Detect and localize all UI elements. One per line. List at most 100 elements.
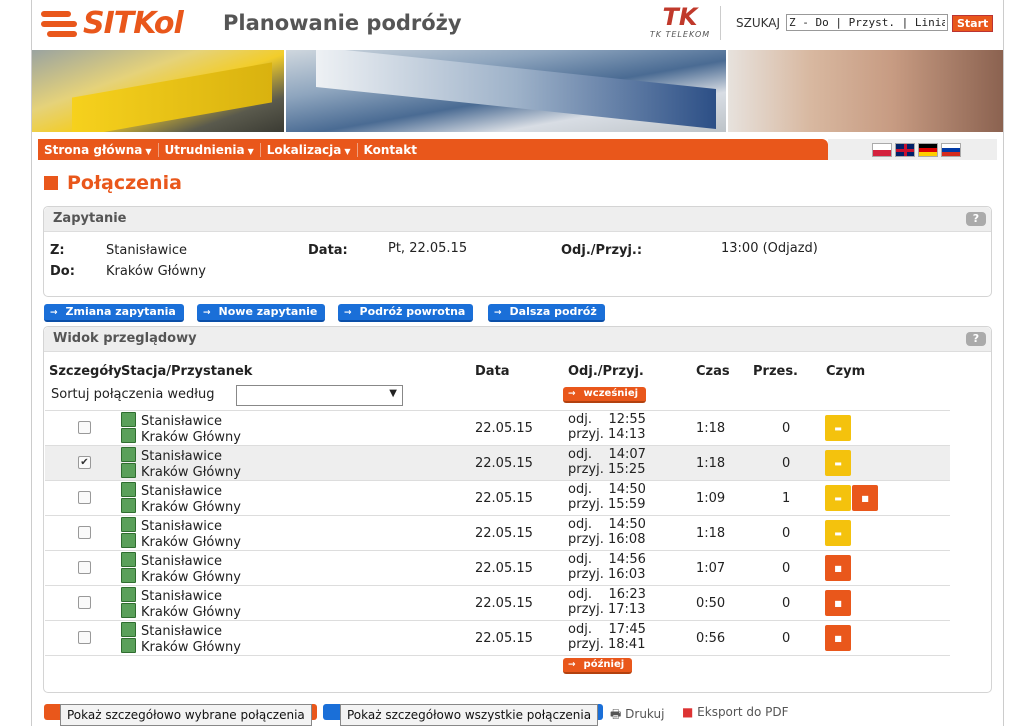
- arrow-right-icon: →: [50, 308, 58, 318]
- sort-label: Sortuj połączenia według: [51, 387, 215, 402]
- row-checkbox[interactable]: ✔: [78, 456, 91, 469]
- faces-image: [728, 50, 1003, 132]
- row-changes: 1: [782, 491, 791, 506]
- flag-de-icon[interactable]: [918, 143, 938, 157]
- earlier-button[interactable]: → wcześniej: [563, 387, 647, 403]
- row-duration: 1:18: [696, 526, 726, 541]
- row-times: odj. 14:50 przyj. 16:08: [568, 517, 646, 547]
- logo[interactable]: SITKol: [41, 6, 184, 41]
- help-icon[interactable]: ?: [966, 212, 986, 226]
- row-changes: 0: [782, 596, 791, 611]
- show-selected-button[interactable]: Pokaż szczegółowo wybrane połączenia: [60, 704, 312, 726]
- row-changes: 0: [782, 526, 791, 541]
- col-changes: Przes.: [753, 364, 798, 379]
- new-query-button[interactable]: → Nowe zapytanie: [197, 304, 326, 322]
- bus-icon: ▬: [825, 485, 851, 511]
- row-checkbox[interactable]: [78, 491, 91, 504]
- to-station[interactable]: Kraków Główny: [121, 498, 241, 515]
- row-times: odj. 16:23 przyj. 17:13: [568, 587, 646, 617]
- banner-image: [32, 50, 1003, 132]
- to-station[interactable]: Kraków Główny: [121, 568, 241, 585]
- to-station[interactable]: Kraków Główny: [121, 428, 241, 445]
- tk-icon: TK: [662, 3, 698, 31]
- row-date: 22.05.15: [475, 421, 533, 436]
- time-value: 13:00 (Odjazd): [721, 241, 818, 256]
- dropdown-arrow-icon: ▼: [389, 388, 397, 399]
- partner-logo[interactable]: TK TK TELEKOM: [642, 4, 718, 48]
- return-trip-button[interactable]: → Podróż powrotna: [338, 304, 474, 322]
- printer-icon: 🖶: [610, 707, 626, 721]
- show-all-button[interactable]: Pokaż szczegółowo wszystkie połączenia: [340, 704, 599, 726]
- station-icon: [121, 447, 136, 462]
- table-row[interactable]: Stanisławice Kraków Główny 22.05.15 odj. 12…: [45, 410, 950, 446]
- pdf-export-link[interactable]: ■ Eksport do PDF: [682, 705, 789, 719]
- flag-ru-icon[interactable]: [941, 143, 961, 157]
- from-station[interactable]: Stanisławice: [121, 552, 222, 569]
- table-row[interactable]: ✔ Stanisławice Kraków Główny 22.05.15 odj. 1…: [45, 445, 950, 481]
- title-square-icon: [44, 176, 58, 190]
- table-bottom-border: [45, 655, 950, 656]
- further-trip-button[interactable]: → Dalsza podróż: [488, 304, 605, 322]
- table-row[interactable]: Stanisławice Kraków Główny 22.05.15 odj. 14…: [45, 480, 950, 516]
- row-vehicles: ▬ ■: [825, 485, 878, 511]
- to-label: Do:: [50, 264, 75, 279]
- row-date: 22.05.15: [475, 526, 533, 541]
- arrow-right-icon: →: [203, 308, 211, 318]
- col-vehicle: Czym: [826, 364, 866, 379]
- nav-item-location[interactable]: Lokalizacja ▼: [261, 142, 358, 157]
- time-label: Odj./Przyj.:: [561, 243, 643, 258]
- nav-item-contact[interactable]: Kontakt: [358, 143, 423, 157]
- arrow-right-icon: →: [494, 308, 502, 318]
- table-row[interactable]: Stanisławice Kraków Główny 22.05.15 odj. 14…: [45, 515, 950, 551]
- flag-pl-icon[interactable]: [872, 143, 892, 157]
- chevron-down-icon: ▼: [145, 146, 152, 156]
- overview-heading: Widok przeglądowy: [53, 331, 197, 346]
- from-station[interactable]: Stanisławice: [121, 622, 222, 639]
- from-value: Stanisławice: [106, 243, 187, 258]
- divider: [720, 6, 721, 40]
- to-station[interactable]: Kraków Główny: [121, 533, 241, 550]
- app-title: Planowanie podróży: [223, 11, 462, 35]
- station-icon: [121, 533, 136, 548]
- language-flags: [872, 143, 961, 157]
- row-vehicles: ▬: [825, 415, 851, 441]
- from-station[interactable]: Stanisławice: [121, 412, 222, 429]
- station-icon: [121, 603, 136, 618]
- start-button[interactable]: Start: [952, 15, 994, 32]
- change-query-button[interactable]: → Zmiana zapytania: [44, 304, 184, 322]
- from-station[interactable]: Stanisławice: [121, 517, 222, 534]
- sort-select[interactable]: ▼: [236, 385, 403, 406]
- query-panel: Zapytanie? Z: Stanisławice Do: Kraków Gł…: [43, 206, 992, 297]
- to-station[interactable]: Kraków Główny: [121, 603, 241, 620]
- row-times: odj. 17:45 przyj. 18:41: [568, 622, 646, 652]
- flag-en-icon[interactable]: [895, 143, 915, 157]
- col-details: Szczegóły: [49, 364, 122, 379]
- later-button[interactable]: → później: [563, 658, 633, 674]
- row-checkbox[interactable]: [78, 561, 91, 574]
- from-station[interactable]: Stanisławice: [121, 447, 222, 464]
- from-station[interactable]: Stanisławice: [121, 587, 222, 604]
- row-checkbox[interactable]: [78, 596, 91, 609]
- query-heading: Zapytanie: [53, 211, 127, 226]
- row-checkbox[interactable]: [78, 421, 91, 434]
- col-time: Odj./Przyj.: [568, 364, 644, 379]
- table-row[interactable]: Stanisławice Kraków Główny 22.05.15 odj. 14…: [45, 550, 950, 586]
- station-icon: [121, 587, 136, 602]
- to-station[interactable]: Kraków Główny: [121, 463, 241, 480]
- help-icon[interactable]: ?: [966, 332, 986, 346]
- from-station[interactable]: Stanisławice: [121, 482, 222, 499]
- row-checkbox[interactable]: [78, 631, 91, 644]
- row-duration: 1:09: [696, 491, 726, 506]
- table-row[interactable]: Stanisławice Kraków Główny 22.05.15 odj. 16…: [45, 585, 950, 621]
- print-link[interactable]: 🖶 Drukuj: [610, 705, 664, 726]
- table-row[interactable]: Stanisławice Kraków Główny 22.05.15 odj. 17…: [45, 620, 950, 656]
- nav-item-home[interactable]: Strona główna ▼: [38, 142, 159, 157]
- search-input[interactable]: [786, 14, 948, 31]
- nav-item-disruptions[interactable]: Utrudnienia ▼: [159, 142, 261, 157]
- station-icon: [121, 498, 136, 513]
- header: SITKol Planowanie podróży TK TK TELEKOM …: [32, 0, 1003, 50]
- row-times: odj. 14:07 przyj. 15:25: [568, 447, 646, 477]
- col-duration: Czas: [696, 364, 730, 379]
- row-checkbox[interactable]: [78, 526, 91, 539]
- to-station[interactable]: Kraków Główny: [121, 638, 241, 655]
